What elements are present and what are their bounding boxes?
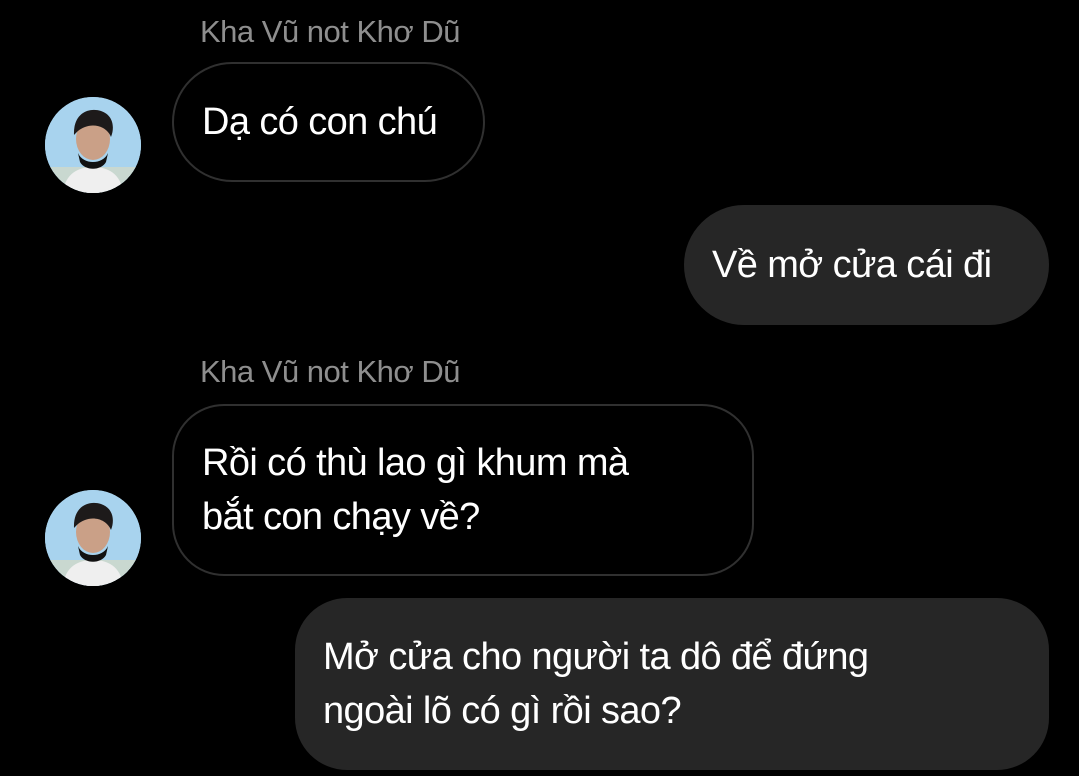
message-text-line: ngoài lõ có gì rồi sao? <box>323 690 682 732</box>
message-text-line: bắt con chạy về? <box>202 496 480 538</box>
message-text-line: Mở cửa cho người ta dô để đứng <box>323 636 869 678</box>
avatar[interactable] <box>45 490 141 586</box>
outgoing-message-bubble[interactable]: Mở cửa cho người ta dô để đứng ngoài lõ … <box>295 598 1049 770</box>
message-text: Dạ có con chú <box>202 101 438 143</box>
incoming-message-bubble[interactable]: Rồi có thù lao gì khum mà bắt con chạy v… <box>172 404 754 576</box>
sender-name: Kha Vũ not Khơ Dũ <box>200 14 461 49</box>
incoming-message-bubble[interactable]: Dạ có con chú <box>172 62 485 182</box>
outgoing-message-bubble[interactable]: Về mở cửa cái đi <box>684 205 1049 325</box>
sender-name: Kha Vũ not Khơ Dũ <box>200 354 461 389</box>
avatar-photo <box>45 97 141 193</box>
message-text-line: Rồi có thù lao gì khum mà <box>202 442 629 484</box>
avatar[interactable] <box>45 97 141 193</box>
message-text: Về mở cửa cái đi <box>712 244 992 286</box>
avatar-photo <box>45 490 141 586</box>
